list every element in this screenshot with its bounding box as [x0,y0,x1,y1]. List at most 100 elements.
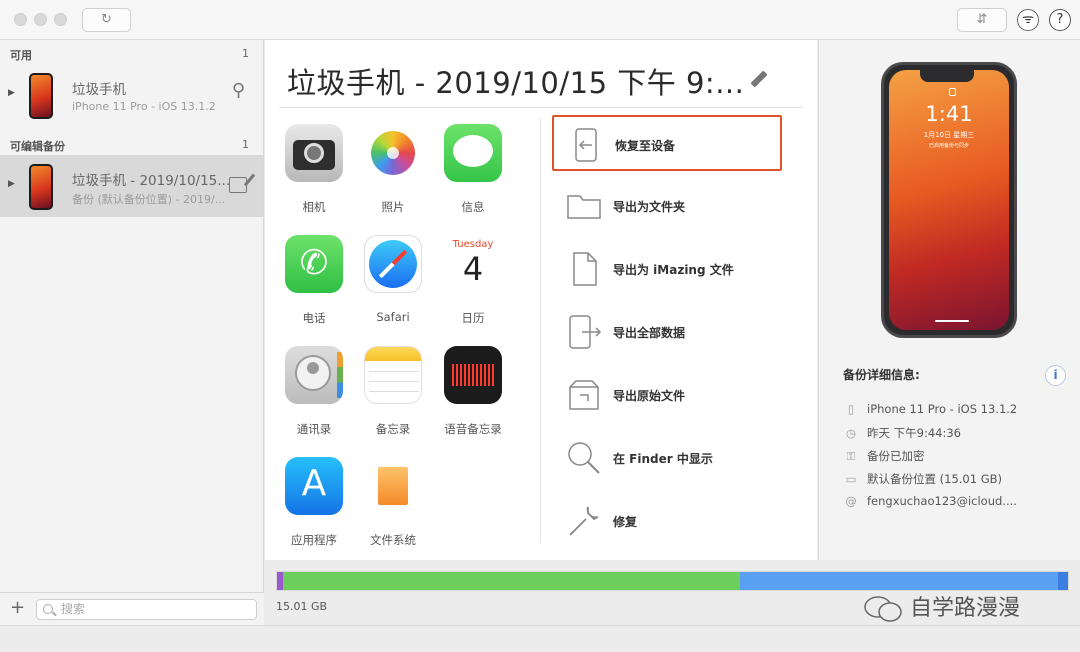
calendar-weekday: Tuesday [452,239,494,250]
device-item[interactable]: ▶ 垃圾手机 iPhone 11 Pro - iOS 13.1.2 ⚲ [0,64,263,126]
status-bar [0,625,1080,652]
app-app-store[interactable]: A 应用程序 [274,457,354,557]
usb-icon: ⚲ [231,80,245,101]
export-imazing-button[interactable]: 导出为 iMazing 文件 [552,241,782,297]
safari-icon [364,235,422,293]
export-folder-button[interactable]: 导出为文件夹 [552,178,782,234]
action-label: 导出原始文件 [613,389,686,403]
repair-button[interactable]: 修复 [552,493,782,549]
app-phone[interactable]: ✆ 电话 [274,235,354,335]
device-thumbnail [29,73,53,119]
voice-memos-icon [444,346,502,404]
detail-row: ▯ iPhone 11 Pro - iOS 13.1.2 [843,402,1017,416]
refresh-icon: ↻ [101,12,112,27]
app-safari[interactable]: Safari [353,235,433,335]
app-label: 通讯录 [296,422,332,436]
detail-text: 昨天 下午9:44:36 [867,426,961,440]
contacts-icon [285,346,343,404]
detail-panel: 1:41 1月10日 星期三 已启用备份与同步 备份详细信息: i ▯ iPhon… [818,40,1080,560]
calendar-icon: Tuesday 4 [444,235,502,293]
home-indicator [935,320,969,322]
section-backups-label: 可编辑备份 [10,140,65,153]
app-contacts[interactable]: 通讯录 [274,346,354,446]
app-voice-memos[interactable]: 语音备忘录 [433,346,513,446]
help-icon: ? [1056,12,1064,27]
export-all-icon [569,315,602,349]
divider [279,107,803,108]
at-icon: @ [845,494,857,508]
restore-to-device-button[interactable]: 恢复至设备 [552,115,782,171]
export-raw-icon [569,380,599,410]
action-label: 导出为文件夹 [613,200,686,214]
wifi-button[interactable]: ᯤ [1017,9,1039,31]
app-notes[interactable]: 备忘录 [353,346,433,446]
lock-screen-time: 1:41 [925,102,973,126]
app-label: 备忘录 [375,422,411,436]
app-label: 相机 [302,200,326,214]
edit-icon[interactable] [229,177,247,193]
detail-text: 默认备份位置 (15.01 GB) [867,472,1003,486]
watermark-text: 自学路漫漫 [910,596,1021,621]
messages-icon [444,124,502,182]
device-subtitle: iPhone 11 Pro - iOS 13.1.2 [72,100,216,113]
calendar-day: 4 [462,250,484,288]
phone-icon: ✆ [285,235,343,293]
wifi-icon: ᯤ [1022,12,1034,27]
sidebar: 可用 1 ▶ 垃圾手机 iPhone 11 Pro - iOS 13.1.2 ⚲… [0,40,264,625]
disclosure-triangle-icon[interactable]: ▶ [8,88,15,98]
file-system-icon [364,457,422,515]
minimize-window-button[interactable] [34,13,47,26]
app-calendar[interactable]: Tuesday 4 日历 [433,235,513,335]
document-icon [573,252,597,286]
section-available-count: 1 [242,47,249,60]
restore-to-device-icon [575,128,597,162]
detail-text: 备份已加密 [867,449,925,463]
close-window-button[interactable] [14,13,27,26]
folder-outline-icon: ▭ [845,472,857,486]
export-raw-button[interactable]: 导出原始文件 [552,367,782,423]
action-label: 在 Finder 中显示 [613,452,713,466]
notes-icon [364,346,422,404]
detail-text: fengxuchao123@icloud.... [867,494,1017,508]
add-button[interactable]: + [10,597,25,618]
lock-screen-subtitle: 已启用备份与同步 [928,143,969,149]
notch [920,70,974,82]
detail-text: iPhone 11 Pro - iOS 13.1.2 [867,402,1018,416]
clock-icon: ◷ [845,426,857,440]
app-photos[interactable]: 照片 [353,124,433,224]
storage-segment [282,572,740,590]
action-label: 导出为 iMazing 文件 [613,263,734,277]
app-label: 语音备忘录 [444,422,502,436]
search-input[interactable]: 搜索 [36,599,257,620]
storage-segment [1058,572,1068,590]
app-camera[interactable]: 相机 [274,124,354,224]
app-file-system[interactable]: 文件系统 [353,457,433,557]
device-preview: 1:41 1月10日 星期三 已启用备份与同步 [881,62,1017,338]
backup-name: 垃圾手机 - 2019/10/15... [72,173,231,189]
export-all-button[interactable]: 导出全部数据 [552,304,782,360]
disclosure-triangle-icon[interactable]: ▶ [8,179,15,189]
detail-row: @ fengxuchao123@icloud.... [843,494,1017,508]
info-button[interactable]: i [1045,365,1066,386]
device-name: 垃圾手机 [72,82,126,98]
photos-icon [364,124,422,182]
main-panel: 垃圾手机 - 2019/10/15 下午 9:... 相机 照片 信息 ✆ 电话 [265,40,817,560]
zoom-window-button[interactable] [54,13,67,26]
app-label: 日历 [461,311,485,325]
wrench-icon [569,506,599,536]
rename-pencil-icon[interactable] [750,70,768,88]
refresh-button[interactable]: ↻ [82,8,131,32]
search-placeholder: 搜索 [61,602,86,616]
detail-row: ◷ 昨天 下午9:44:36 [843,425,961,441]
app-label: Safari [376,310,410,324]
help-button[interactable]: ? [1049,9,1071,31]
app-label: 照片 [381,200,405,214]
action-label: 恢复至设备 [615,139,676,153]
app-messages[interactable]: 信息 [433,124,513,224]
show-in-finder-button[interactable]: 在 Finder 中显示 [552,430,782,486]
transfer-button[interactable]: ⇵ [957,8,1007,32]
backup-item[interactable]: ▶ 垃圾手机 - 2019/10/15... 备份 (默认备份位置) - 201… [0,155,263,217]
action-label: 修复 [613,515,638,529]
section-backups-count: 1 [242,138,249,151]
app-label: 应用程序 [291,533,337,547]
